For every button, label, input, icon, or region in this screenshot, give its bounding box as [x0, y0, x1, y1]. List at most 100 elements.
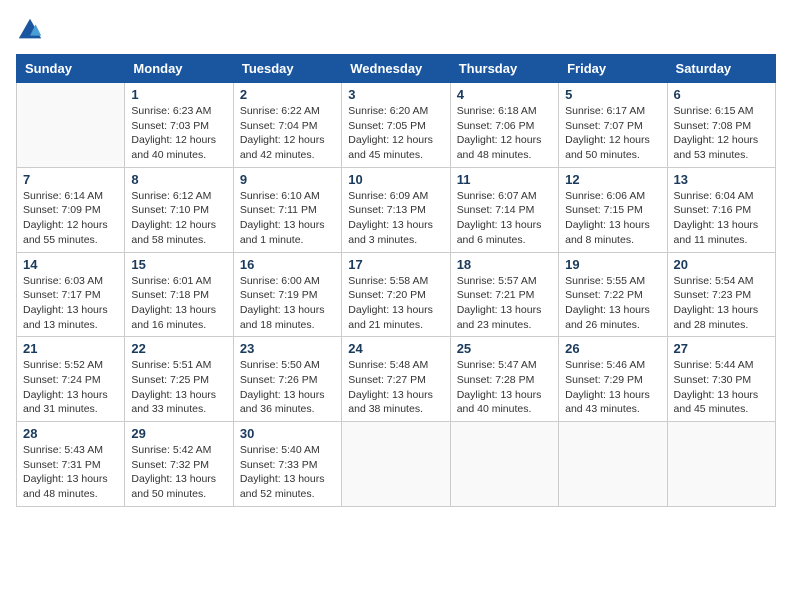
- cell-date: 5: [565, 87, 660, 102]
- calendar-cell: 28 Sunrise: 5:43 AMSunset: 7:31 PMDayligh…: [17, 422, 125, 507]
- cell-date: 7: [23, 172, 118, 187]
- cell-date: 20: [674, 257, 769, 272]
- weekday-header-tuesday: Tuesday: [233, 55, 341, 83]
- cell-info: Sunrise: 6:07 AMSunset: 7:14 PMDaylight:…: [457, 189, 552, 248]
- calendar-cell: 20 Sunrise: 5:54 AMSunset: 7:23 PMDayligh…: [667, 252, 775, 337]
- calendar-cell: 15 Sunrise: 6:01 AMSunset: 7:18 PMDayligh…: [125, 252, 233, 337]
- cell-info: Sunrise: 6:18 AMSunset: 7:06 PMDaylight:…: [457, 104, 552, 163]
- cell-date: 3: [348, 87, 443, 102]
- cell-info: Sunrise: 5:57 AMSunset: 7:21 PMDaylight:…: [457, 274, 552, 333]
- week-row-1: 1Sunrise: 6:23 AMSunset: 7:03 PMDaylight…: [17, 83, 776, 168]
- calendar-cell: 16 Sunrise: 6:00 AMSunset: 7:19 PMDayligh…: [233, 252, 341, 337]
- cell-date: 17: [348, 257, 443, 272]
- cell-info: Sunrise: 6:17 AMSunset: 7:07 PMDaylight:…: [565, 104, 660, 163]
- cell-info: Sunrise: 5:50 AMSunset: 7:26 PMDaylight:…: [240, 358, 335, 417]
- calendar-cell: 3 Sunrise: 6:20 AMSunset: 7:05 PMDaylight…: [342, 83, 450, 168]
- calendar-cell: 18 Sunrise: 5:57 AMSunset: 7:21 PMDayligh…: [450, 252, 558, 337]
- cell-date: 26: [565, 341, 660, 356]
- calendar-cell: 25 Sunrise: 5:47 AMSunset: 7:28 PMDayligh…: [450, 337, 558, 422]
- cell-date: 2: [240, 87, 335, 102]
- cell-date: 29: [131, 426, 226, 441]
- cell-info: Sunrise: 5:46 AMSunset: 7:29 PMDaylight:…: [565, 358, 660, 417]
- cell-info: Sunrise: 5:47 AMSunset: 7:28 PMDaylight:…: [457, 358, 552, 417]
- calendar-cell: 26 Sunrise: 5:46 AMSunset: 7:29 PMDayligh…: [559, 337, 667, 422]
- calendar-cell: 29 Sunrise: 5:42 AMSunset: 7:32 PMDayligh…: [125, 422, 233, 507]
- weekday-header-saturday: Saturday: [667, 55, 775, 83]
- cell-date: 14: [23, 257, 118, 272]
- calendar-cell: [450, 422, 558, 507]
- cell-info: Sunrise: 5:40 AMSunset: 7:33 PMDaylight:…: [240, 443, 335, 502]
- weekday-header-monday: Monday: [125, 55, 233, 83]
- cell-info: Sunrise: 6:00 AMSunset: 7:19 PMDaylight:…: [240, 274, 335, 333]
- calendar-cell: 8 Sunrise: 6:12 AMSunset: 7:10 PMDaylight…: [125, 167, 233, 252]
- cell-date: 27: [674, 341, 769, 356]
- cell-date: 21: [23, 341, 118, 356]
- cell-info: Sunrise: 5:43 AMSunset: 7:31 PMDaylight:…: [23, 443, 118, 502]
- calendar-cell: 13 Sunrise: 6:04 AMSunset: 7:16 PMDayligh…: [667, 167, 775, 252]
- cell-date: 28: [23, 426, 118, 441]
- cell-info: Sunrise: 6:15 AMSunset: 7:08 PMDaylight:…: [674, 104, 769, 163]
- cell-date: 24: [348, 341, 443, 356]
- calendar-cell: 10 Sunrise: 6:09 AMSunset: 7:13 PMDayligh…: [342, 167, 450, 252]
- weekday-header-thursday: Thursday: [450, 55, 558, 83]
- cell-info: Sunrise: 5:58 AMSunset: 7:20 PMDaylight:…: [348, 274, 443, 333]
- cell-info: Sunrise: 6:20 AMSunset: 7:05 PMDaylight:…: [348, 104, 443, 163]
- calendar-cell: 27 Sunrise: 5:44 AMSunset: 7:30 PMDayligh…: [667, 337, 775, 422]
- calendar-cell: [17, 83, 125, 168]
- cell-info: Sunrise: 6:23 AMSunset: 7:03 PMDaylight:…: [131, 104, 226, 163]
- calendar-cell: 11Sunrise: 6:07 AMSunset: 7:14 PMDayligh…: [450, 167, 558, 252]
- cell-date: 19: [565, 257, 660, 272]
- week-row-5: 28 Sunrise: 5:43 AMSunset: 7:31 PMDayligh…: [17, 422, 776, 507]
- calendar-cell: 23 Sunrise: 5:50 AMSunset: 7:26 PMDayligh…: [233, 337, 341, 422]
- cell-info: Sunrise: 5:54 AMSunset: 7:23 PMDaylight:…: [674, 274, 769, 333]
- calendar-cell: 21 Sunrise: 5:52 AMSunset: 7:24 PMDayligh…: [17, 337, 125, 422]
- cell-info: Sunrise: 5:55 AMSunset: 7:22 PMDaylight:…: [565, 274, 660, 333]
- cell-info: Sunrise: 6:03 AMSunset: 7:17 PMDaylight:…: [23, 274, 118, 333]
- calendar-cell: 12 Sunrise: 6:06 AMSunset: 7:15 PMDayligh…: [559, 167, 667, 252]
- calendar-cell: 14 Sunrise: 6:03 AMSunset: 7:17 PMDayligh…: [17, 252, 125, 337]
- cell-date: 22: [131, 341, 226, 356]
- calendar-cell: 30 Sunrise: 5:40 AMSunset: 7:33 PMDayligh…: [233, 422, 341, 507]
- calendar-cell: 24 Sunrise: 5:48 AMSunset: 7:27 PMDayligh…: [342, 337, 450, 422]
- cell-info: Sunrise: 6:10 AMSunset: 7:11 PMDaylight:…: [240, 189, 335, 248]
- cell-info: Sunrise: 6:14 AMSunset: 7:09 PMDaylight:…: [23, 189, 118, 248]
- calendar-cell: 22 Sunrise: 5:51 AMSunset: 7:25 PMDayligh…: [125, 337, 233, 422]
- cell-date: 12: [565, 172, 660, 187]
- calendar-cell: [667, 422, 775, 507]
- calendar-cell: 4 Sunrise: 6:18 AMSunset: 7:06 PMDaylight…: [450, 83, 558, 168]
- calendar-cell: 6 Sunrise: 6:15 AMSunset: 7:08 PMDaylight…: [667, 83, 775, 168]
- cell-date: 16: [240, 257, 335, 272]
- cell-date: 23: [240, 341, 335, 356]
- cell-date: 18: [457, 257, 552, 272]
- cell-date: 4: [457, 87, 552, 102]
- cell-date: 10: [348, 172, 443, 187]
- calendar-cell: 2 Sunrise: 6:22 AMSunset: 7:04 PMDaylight…: [233, 83, 341, 168]
- cell-info: Sunrise: 6:09 AMSunset: 7:13 PMDaylight:…: [348, 189, 443, 248]
- cell-info: Sunrise: 6:04 AMSunset: 7:16 PMDaylight:…: [674, 189, 769, 248]
- cell-date: 25: [457, 341, 552, 356]
- cell-date: 8: [131, 172, 226, 187]
- cell-info: Sunrise: 5:48 AMSunset: 7:27 PMDaylight:…: [348, 358, 443, 417]
- calendar-cell: [342, 422, 450, 507]
- cell-date: 6: [674, 87, 769, 102]
- cell-date: 15: [131, 257, 226, 272]
- calendar-cell: 17 Sunrise: 5:58 AMSunset: 7:20 PMDayligh…: [342, 252, 450, 337]
- cell-date: 9: [240, 172, 335, 187]
- cell-info: Sunrise: 5:42 AMSunset: 7:32 PMDaylight:…: [131, 443, 226, 502]
- cell-info: Sunrise: 6:22 AMSunset: 7:04 PMDaylight:…: [240, 104, 335, 163]
- cell-date: 13: [674, 172, 769, 187]
- calendar-cell: 7 Sunrise: 6:14 AMSunset: 7:09 PMDaylight…: [17, 167, 125, 252]
- cell-info: Sunrise: 5:44 AMSunset: 7:30 PMDaylight:…: [674, 358, 769, 417]
- weekday-header-friday: Friday: [559, 55, 667, 83]
- logo-icon: [16, 16, 44, 44]
- calendar-cell: 19 Sunrise: 5:55 AMSunset: 7:22 PMDayligh…: [559, 252, 667, 337]
- cell-date: 30: [240, 426, 335, 441]
- cell-info: Sunrise: 6:01 AMSunset: 7:18 PMDaylight:…: [131, 274, 226, 333]
- cell-info: Sunrise: 6:06 AMSunset: 7:15 PMDaylight:…: [565, 189, 660, 248]
- cell-info: Sunrise: 6:12 AMSunset: 7:10 PMDaylight:…: [131, 189, 226, 248]
- weekday-header-sunday: Sunday: [17, 55, 125, 83]
- page-header: [16, 16, 776, 44]
- cell-info: Sunrise: 5:51 AMSunset: 7:25 PMDaylight:…: [131, 358, 226, 417]
- weekday-header-row: SundayMondayTuesdayWednesdayThursdayFrid…: [17, 55, 776, 83]
- cell-info: Sunrise: 5:52 AMSunset: 7:24 PMDaylight:…: [23, 358, 118, 417]
